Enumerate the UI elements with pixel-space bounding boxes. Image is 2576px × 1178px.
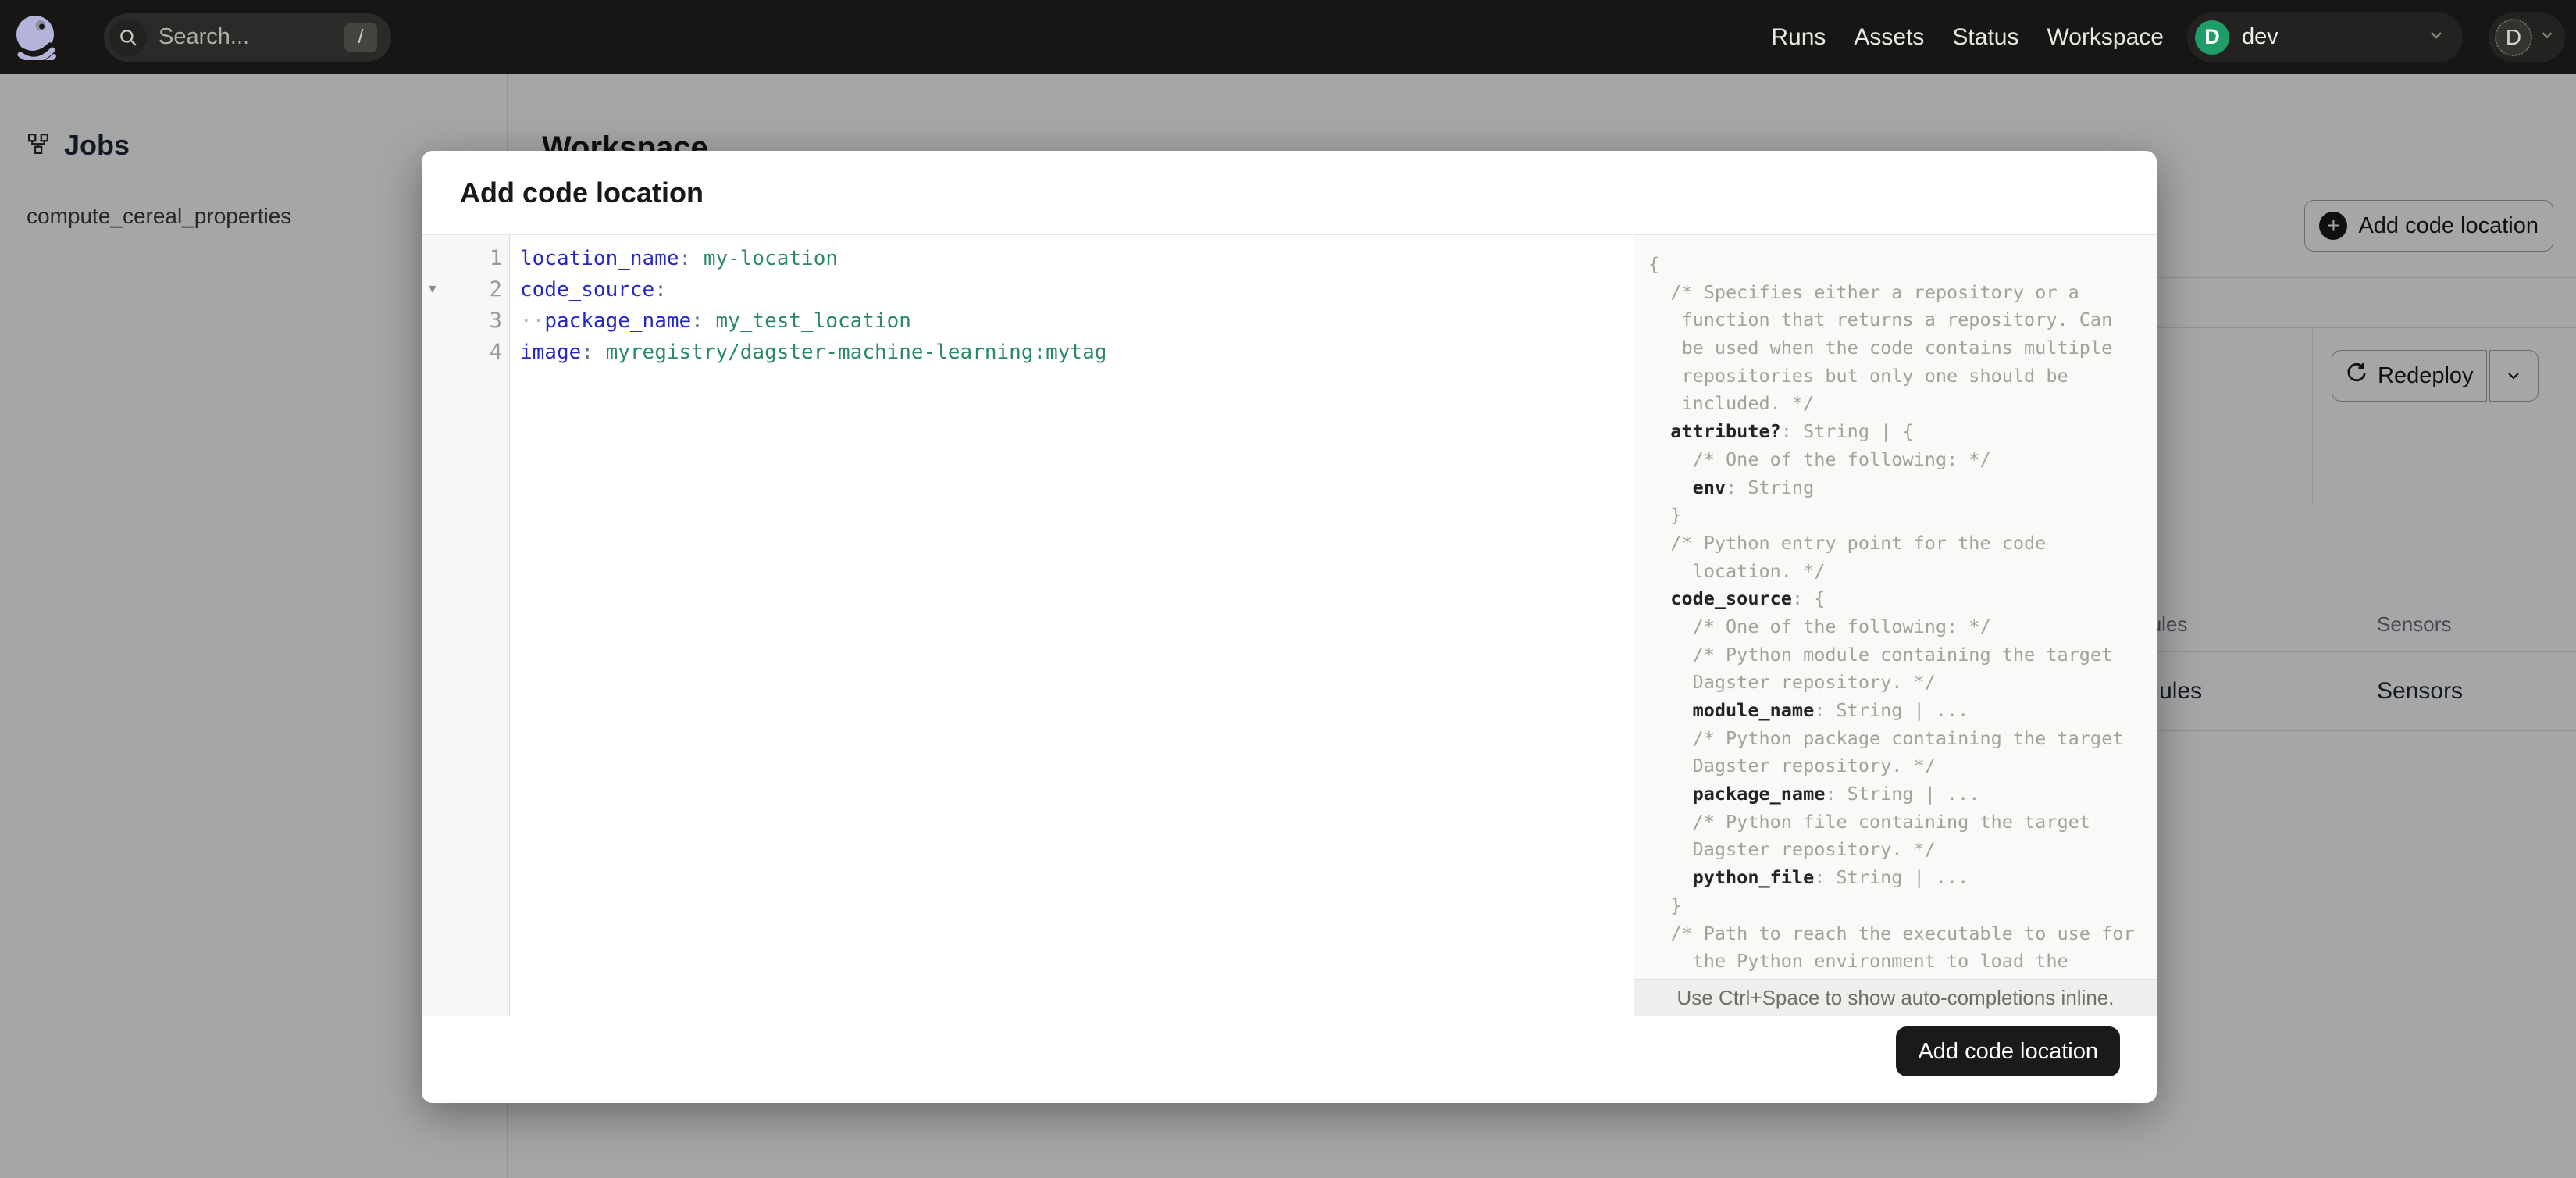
schema-lines: { /* Specifies either a repository or a … [1648, 251, 2157, 976]
schema-line: } [1648, 894, 1682, 916]
search-placeholder: Search... [159, 24, 250, 49]
line-number: 3 [489, 309, 502, 333]
gutter-line: 3 [422, 305, 509, 337]
line-number: 4 [489, 340, 502, 364]
nav-link-workspace[interactable]: Workspace [2047, 24, 2164, 51]
schema-line: /* Python entry point for the code [1648, 531, 2047, 554]
schema-line: Dagster repository. */ [1648, 755, 1936, 777]
schema-line: /* One of the following: */ [1648, 448, 1991, 470]
yaml-editor[interactable]: location_name: my-location code_source: ··… [510, 235, 1634, 1016]
nav-link-status[interactable]: Status [1952, 24, 2018, 51]
autocomplete-hint: Use Ctrl+Space to show auto-completions … [1634, 979, 2157, 1016]
nav-link-runs[interactable]: Runs [1771, 24, 1826, 51]
deployment-avatar: D [2195, 20, 2229, 55]
schema-line: location. */ [1648, 559, 1826, 582]
dialog-header: Add code location [422, 151, 2157, 235]
gutter-line: 4 [422, 337, 509, 368]
schema-line: package_name: String | ... [1692, 783, 1980, 805]
schema-line: the Python environment to load the [1648, 950, 2068, 973]
gutter-line: 1 [422, 243, 509, 274]
deployment-name: dev [2242, 24, 2278, 49]
schema-line: python_file: String | ... [1692, 866, 1969, 889]
code-line-1: location_name: my-location [520, 247, 838, 270]
schema-line: /* Python file containing the target [1648, 810, 2090, 833]
code-line-3: ··package_name: my_test_location [520, 309, 911, 333]
schema-line: module_name: String | ... [1692, 699, 1969, 721]
add-code-location-submit-button[interactable]: Add code location [1896, 1026, 2120, 1076]
line-number: 1 [489, 246, 502, 270]
dialog-footer: Add code location [422, 1016, 2157, 1103]
avatar: D [2495, 18, 2532, 56]
gutter-line: ▼ 2 [422, 274, 509, 305]
search-shortcut-badge: / [344, 22, 377, 52]
search-icon [109, 18, 147, 56]
code-line-2: code_source: [520, 278, 667, 302]
schema-line: code_source: { [1670, 587, 1826, 610]
schema-line: /* Python package containing the target [1648, 726, 2124, 749]
nav-links: Runs Assets Status Workspace [1771, 24, 2164, 51]
search-input[interactable]: Search... / [104, 12, 391, 62]
fold-toggle-icon[interactable]: ▼ [426, 274, 439, 305]
dagster-logo[interactable] [13, 15, 59, 67]
schema-line: /* Python module containing the target [1648, 643, 2113, 666]
schema-line: be used when the code contains multiple [1648, 337, 2113, 359]
schema-line: /* Path to reach the executable to use f… [1648, 922, 2135, 944]
add-code-location-dialog: Add code location 1 ▼ 2 3 4 location_name: m… [422, 151, 2157, 1103]
dagster-app: Search... / Runs Assets Status Workspace D … [0, 0, 2576, 1178]
user-menu[interactable]: D [2489, 12, 2565, 62]
code-line-4: image: myregistry/dagster-machine-learni… [520, 341, 1107, 364]
dialog-body: 1 ▼ 2 3 4 location_name: my-location code_sou… [422, 235, 2157, 1016]
schema-line: Dagster repository. */ [1648, 838, 1936, 861]
schema-line: env: String [1692, 476, 1815, 498]
schema-line: Dagster repository. */ [1648, 671, 1936, 694]
schema-line: included. */ [1648, 392, 1815, 415]
schema-panel: { /* Specifies either a repository or a … [1634, 235, 2157, 1016]
schema-line: } [1648, 504, 1682, 527]
schema-line: /* One of the following: */ [1648, 615, 1991, 637]
chevron-down-icon [2427, 26, 2446, 48]
schema-line: { [1648, 253, 1660, 275]
line-number: 2 [489, 277, 502, 302]
schema-line: /* Specifies either a repository or a [1670, 280, 2079, 303]
top-navbar: Search... / Runs Assets Status Workspace D … [0, 0, 2576, 74]
schema-line: attribute?: String | { [1670, 420, 1914, 443]
nav-link-assets[interactable]: Assets [1854, 24, 1924, 51]
schema-line: function that returns a repository. Can [1648, 309, 2113, 331]
deployment-switcher[interactable]: D dev [2187, 12, 2463, 62]
schema-line: repositories but only one should be [1648, 364, 2068, 387]
dialog-title: Add code location [460, 176, 704, 209]
chevron-down-icon [2539, 27, 2556, 48]
editor-gutter: 1 ▼ 2 3 4 [422, 235, 510, 1016]
